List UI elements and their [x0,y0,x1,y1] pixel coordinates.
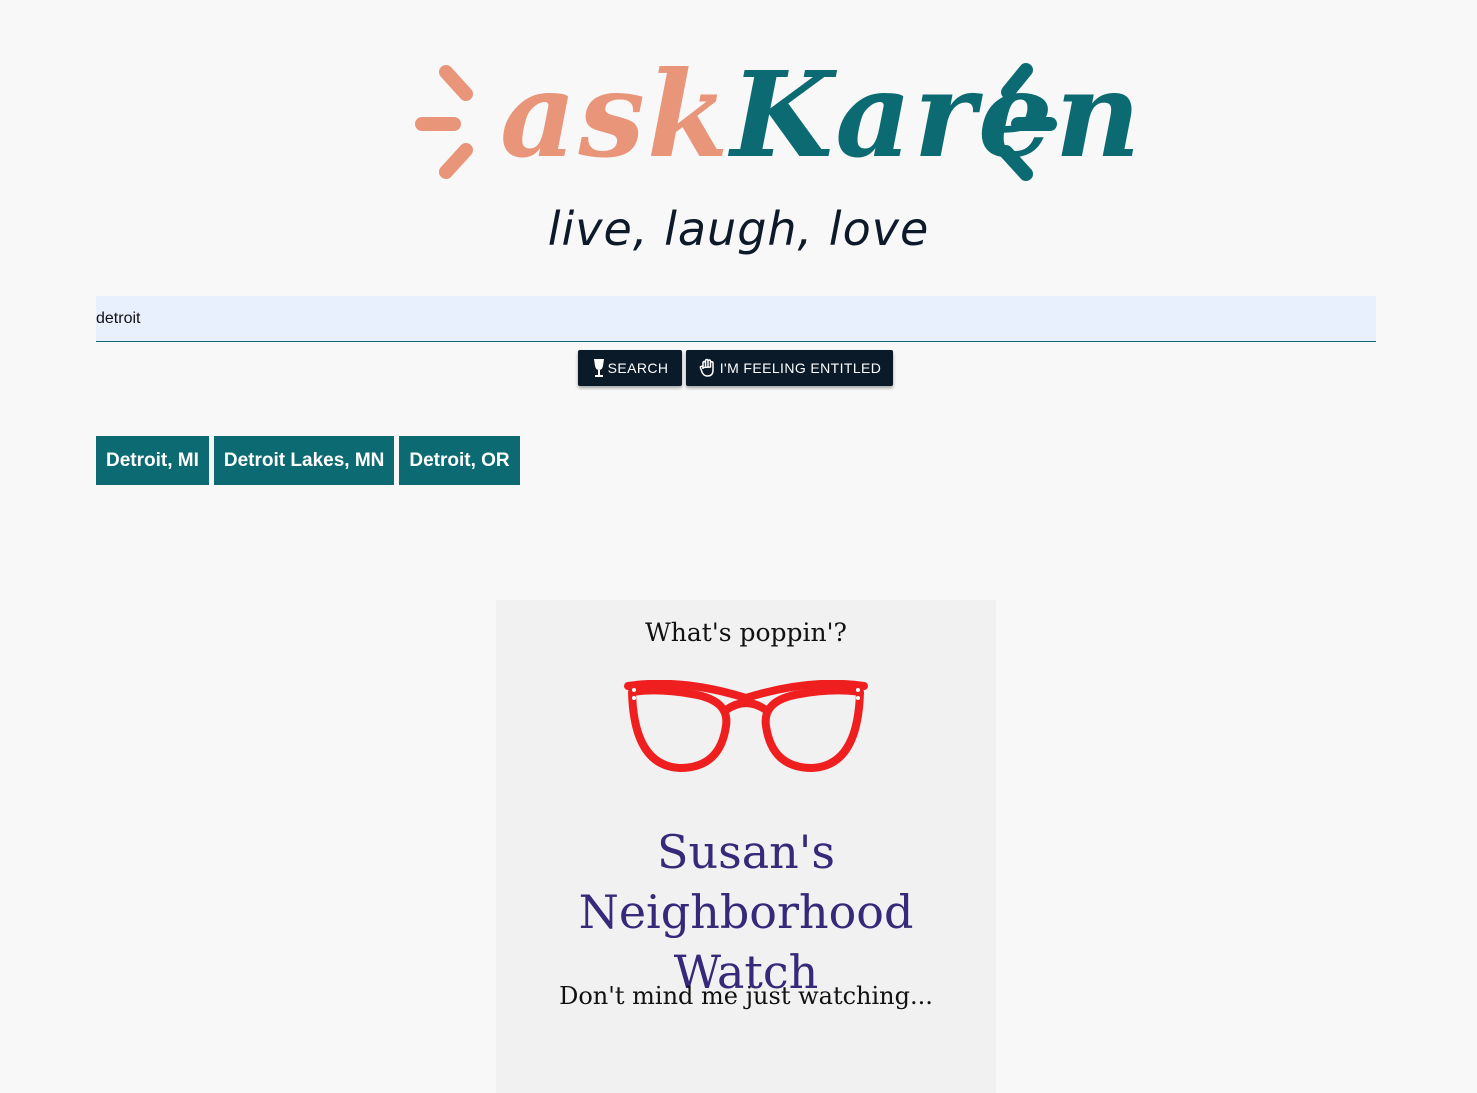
suggestion-detroit-or[interactable]: Detroit, OR [399,436,520,485]
red-glasses-icon [622,679,870,776]
search-button-label: SEARCH [607,360,669,376]
card-title-line-1: Susan's Neighborhood [578,825,914,939]
logo-karen-text: Karen [730,45,1143,184]
card-kicker: What's poppin'? [645,618,847,647]
location-suggestions: Detroit, MI Detroit Lakes, MN Detroit, O… [96,436,520,485]
tagline: live, laugh, love [547,202,930,256]
suggestion-detroit-lakes-mn[interactable]: Detroit Lakes, MN [213,436,395,485]
search-field [96,296,1376,342]
card-subtitle: Don't mind me just watching... [559,982,933,1010]
feeling-entitled-label: I'M FEELING ENTITLED [719,360,882,376]
logo-ask-text: ask [500,45,731,184]
page: askKaren live, laugh, love SEARCH I'M FE… [0,0,1477,1093]
search-button[interactable]: SEARCH [578,350,682,386]
askkaren-logo: askKaren [410,40,1141,190]
wine-glass-icon [592,358,606,378]
suggestion-detroit-mi[interactable]: Detroit, MI [96,436,209,485]
raised-hand-icon [698,358,718,378]
card-title: Susan's Neighborhood Watch [496,822,996,1002]
neighborhood-watch-card: What's poppin'? Susan's Neighborhood Wat… [496,600,996,1093]
search-input[interactable] [96,296,1376,341]
feeling-entitled-button[interactable]: I'M FEELING ENTITLED [686,350,893,386]
logo-wordmark: askKaren [500,40,1143,190]
